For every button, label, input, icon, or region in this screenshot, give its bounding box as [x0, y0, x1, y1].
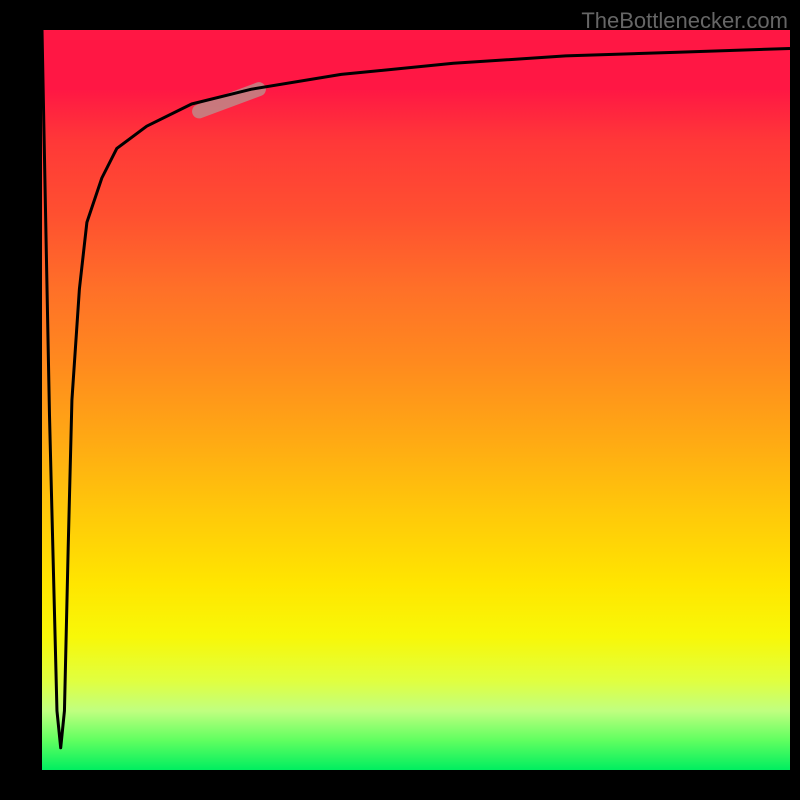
curve-line	[42, 30, 790, 748]
watermark-text: TheBottlenecker.com	[581, 8, 788, 34]
chart-svg	[42, 30, 790, 770]
